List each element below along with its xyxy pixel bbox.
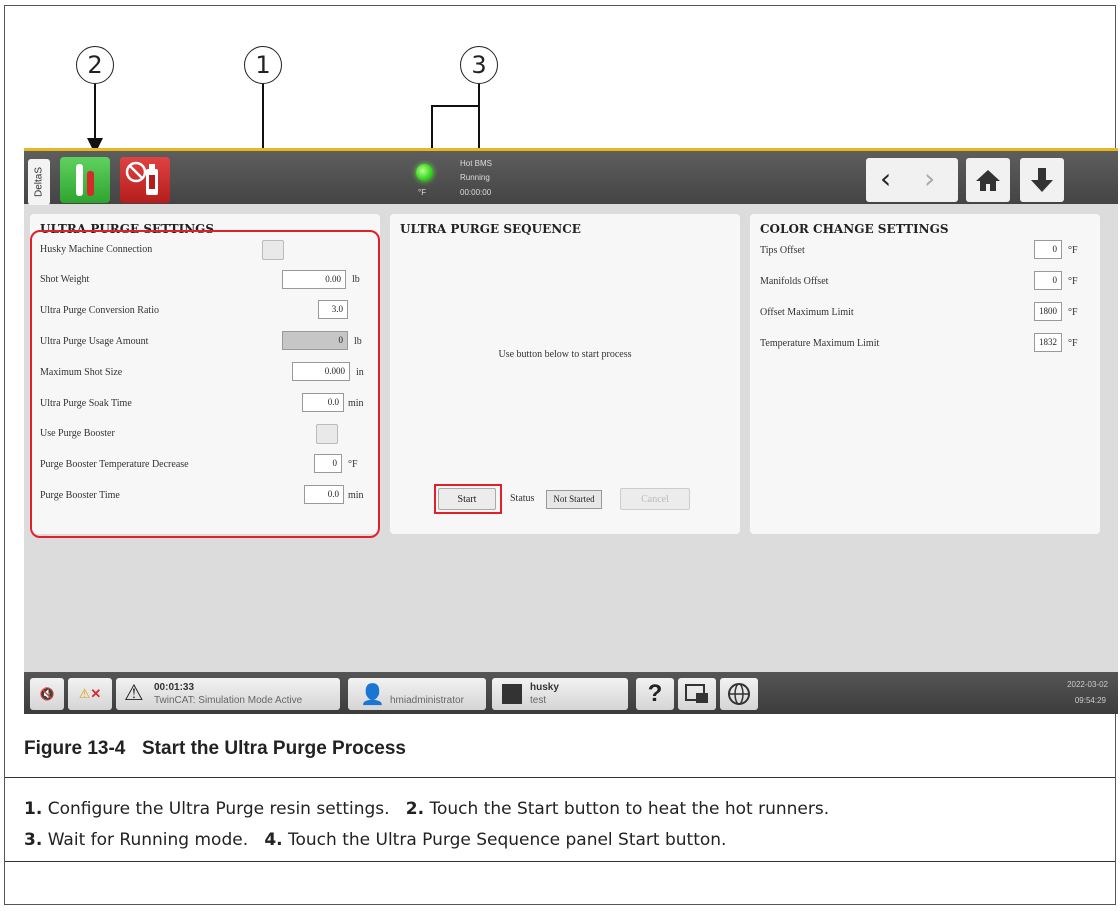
run-mode-status: Running: [460, 173, 490, 182]
sequence-cancel-button[interactable]: Cancel: [620, 488, 690, 510]
status-field: Not Started: [546, 490, 602, 509]
color-change-settings-panel: COLOR CHANGE SETTINGS Tips Offset 0 °F M…: [750, 214, 1100, 534]
home-button[interactable]: [966, 158, 1010, 202]
unit-label: °F: [1068, 245, 1078, 256]
screenshot-button[interactable]: [678, 678, 716, 710]
thermometer-icon: [76, 164, 83, 196]
item-number: 2.: [405, 799, 425, 819]
panel-title: COLOR CHANGE SETTINGS: [760, 222, 949, 236]
panel-title: ULTRA PURGE SEQUENCE: [400, 222, 581, 236]
side-tab-deltas[interactable]: DeltaS: [28, 159, 50, 205]
temperature-unit: °F: [418, 188, 427, 197]
tips-offset-input[interactable]: 0: [1034, 240, 1062, 259]
sequence-message: Use button below to start process: [498, 349, 632, 360]
mold-icon: [502, 684, 522, 704]
clear-x-icon: ✕: [90, 686, 102, 701]
down-arrow-icon: [1031, 168, 1053, 192]
caption-line-1: 1. Configure the Ultra Purge resin setti…: [24, 799, 829, 819]
alarm-reset-button[interactable]: ⚠ ✕: [68, 678, 112, 710]
status-led-icon: [416, 164, 433, 181]
unit-label: °F: [1068, 307, 1078, 318]
down-button[interactable]: [1020, 158, 1064, 202]
manifolds-offset-input[interactable]: 0: [1034, 271, 1062, 290]
setting-label: Offset Maximum Limit: [760, 307, 854, 318]
caption-bottom-rule: [5, 861, 1115, 862]
controller-name: Hot BMS: [460, 159, 493, 168]
alarm-text: TwinCAT: Simulation Mode Active: [154, 695, 303, 706]
offset-maximum-limit-input[interactable]: 1800: [1034, 302, 1062, 321]
user-name: hmiadministrator: [390, 695, 464, 706]
start-highlight-box: [434, 484, 502, 514]
mold-subtitle: test: [530, 695, 547, 706]
item-text: Touch the Ultra Purge Sequence panel Sta…: [288, 830, 727, 850]
figure-caption-title: Figure 13-4 Start the Ultra Purge Process: [24, 738, 406, 760]
alarm-time: 00:01:33: [154, 682, 195, 693]
setting-label: Temperature Maximum Limit: [760, 338, 880, 349]
language-button[interactable]: [720, 678, 758, 710]
user-button[interactable]: 👤 hmiadministrator: [348, 678, 486, 710]
bottom-taskbar: 🔇 ⚠ ✕ ⚠ 00:01:33 TwinCAT: Simulation Mode…: [24, 672, 1118, 714]
page-nav-group: ‹ ›: [866, 158, 958, 202]
temperature-maximum-limit-input[interactable]: 1832: [1034, 333, 1062, 352]
item-text: Touch the Start button to heat the hot r…: [429, 799, 830, 819]
home-icon: [976, 170, 1000, 191]
callout-highlight-box: [30, 230, 380, 538]
speaker-muted-icon: 🔇: [39, 687, 55, 701]
caption-divider: [5, 777, 1115, 778]
warning-icon: ⚠: [124, 680, 144, 705]
item-text: Wait for Running mode.: [47, 830, 249, 850]
status-label: Status: [510, 493, 535, 504]
back-arrow-icon[interactable]: ‹: [880, 164, 891, 194]
no-heat-icon: [125, 161, 158, 195]
clock-date: 2022-03-02: [1067, 680, 1108, 689]
figure-title: Start the Ultra Purge Process: [142, 738, 406, 759]
clock-time: 09:54:29: [1074, 696, 1106, 705]
unit-label: °F: [1068, 276, 1078, 287]
hmi-screen: DeltaS °F Hot BMS Running 00:00:00 ‹ › U…: [24, 148, 1118, 714]
top-bar: DeltaS °F Hot BMS Running 00:00:00 ‹ ›: [24, 148, 1118, 205]
mold-button[interactable]: husky test: [492, 678, 628, 710]
warning-clear-icon: ⚠: [78, 686, 91, 701]
globe-icon: [728, 683, 750, 705]
setting-label: Manifolds Offset: [760, 276, 829, 287]
active-alarm-button[interactable]: ⚠ 00:01:33 TwinCAT: Simulation Mode Acti…: [116, 678, 340, 710]
user-icon: 👤: [360, 684, 385, 706]
figure-number: Figure 13-4: [24, 738, 126, 759]
item-number: 4.: [264, 830, 283, 850]
item-number: 3.: [24, 830, 43, 850]
ultra-purge-sequence-panel: ULTRA PURGE SEQUENCE Use button below to…: [390, 214, 740, 534]
unit-label: °F: [1068, 338, 1078, 349]
mold-name: husky: [530, 682, 559, 693]
mute-button[interactable]: 🔇: [30, 678, 64, 710]
item-number: 1.: [24, 799, 43, 819]
thermometer-mercury-icon: [87, 171, 94, 196]
forward-arrow-icon[interactable]: ›: [924, 164, 935, 194]
caption-line-2: 3. Wait for Running mode. 4. Touch the U…: [24, 830, 726, 850]
setting-label: Tips Offset: [760, 245, 805, 256]
item-text: Configure the Ultra Purge resin settings…: [47, 799, 390, 819]
run-timer: 00:00:00: [460, 188, 492, 197]
screenshot-icon: [685, 684, 708, 703]
heat-start-button[interactable]: [60, 157, 110, 203]
heat-stop-button[interactable]: [120, 157, 170, 203]
help-button[interactable]: ?: [636, 678, 674, 710]
